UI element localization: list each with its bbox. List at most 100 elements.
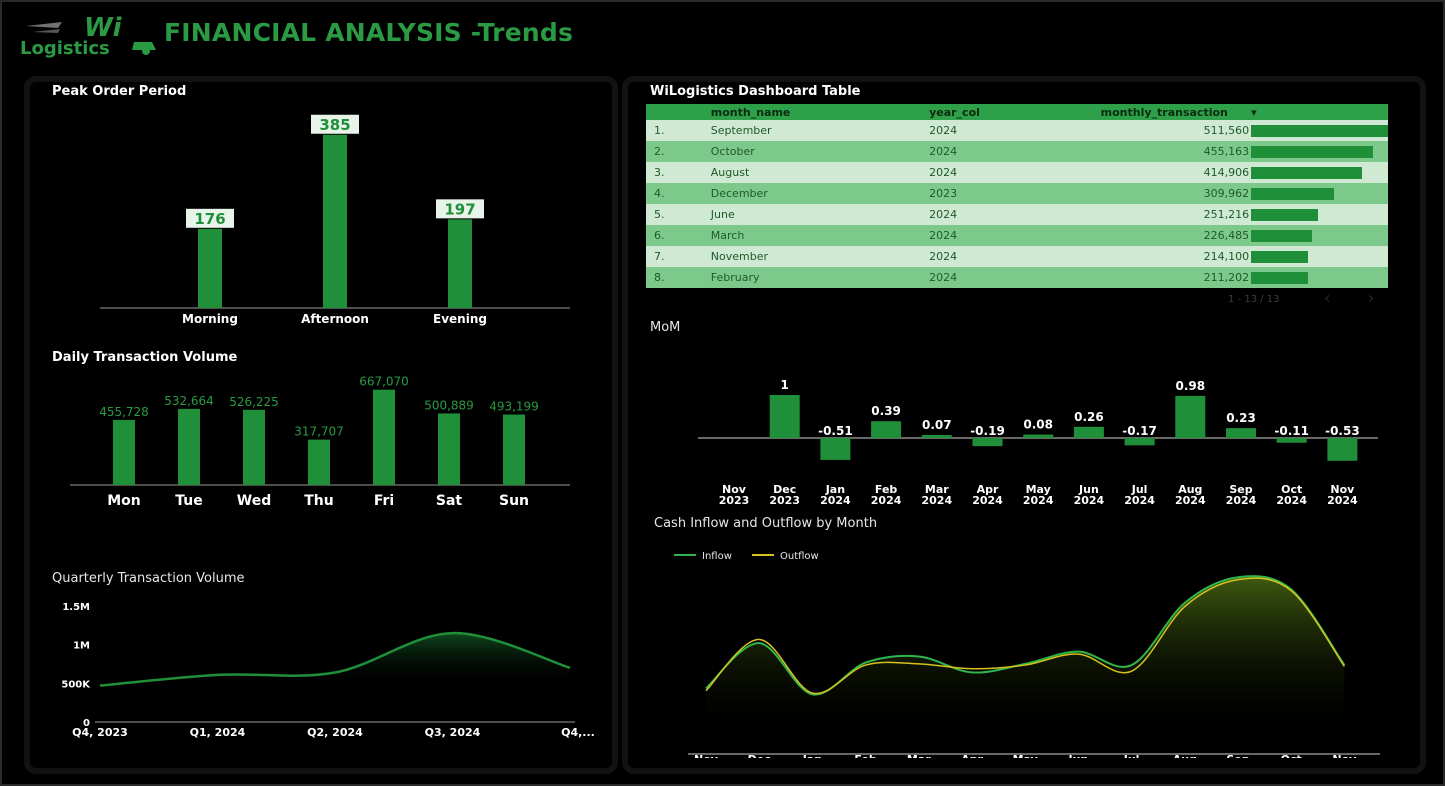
x-tick-month: Jul — [1123, 753, 1140, 758]
sort-desc-icon[interactable]: ▾ — [1249, 104, 1388, 120]
table-row[interactable]: 4. December 2023 309,962 — [646, 183, 1388, 204]
daily-volume-chart: 455,728 Mon 532,664 Tue 526,225 Wed 317,707 Thu… — [70, 375, 570, 509]
peak-order-title: Peak Order Period — [52, 84, 187, 99]
data-label: 317,707 — [294, 425, 344, 439]
x-tick-year: 2024 — [871, 494, 902, 507]
cell-year: 2024 — [929, 204, 1101, 225]
x-tick-label: Q3, 2024 — [425, 726, 481, 739]
table-row[interactable]: 6. March 2024 226,485 — [646, 225, 1388, 246]
value-bar — [1251, 187, 1335, 200]
x-tick-month: Oct — [1281, 753, 1302, 758]
bar-may-2024 — [1023, 434, 1054, 438]
bar-sat — [438, 413, 460, 485]
header-monthly-transaction[interactable]: monthly_transaction — [1100, 104, 1250, 120]
cell-year: 2023 — [929, 183, 1101, 204]
x-tick-label: Thu — [304, 493, 333, 509]
x-tick-label: Mon — [107, 493, 141, 509]
x-tick-year: 2024 — [1226, 494, 1257, 507]
bar-mon — [113, 419, 135, 485]
cell-value: 251,216 — [1100, 204, 1250, 225]
cell-value: 455,163 — [1100, 141, 1250, 162]
cell-year: 2024 — [929, 120, 1101, 141]
table-row[interactable]: 8. February 2024 211,202 — [646, 267, 1388, 288]
bar-jan-2024 — [820, 438, 851, 460]
data-label: 493,199 — [489, 400, 539, 414]
pagination-label: 1 - 13 / 13 — [1228, 294, 1280, 305]
value-bar — [1251, 124, 1388, 137]
peak-order-chart: 176 Morning 385 Afternoon 197 Evening — [100, 114, 570, 326]
dashboard-frame: Wi Logistics FINANCIAL ANALYSIS -Trends … — [2, 2, 1443, 784]
x-tick-year: 2024 — [1074, 494, 1105, 507]
x-tick-label: Q2, 2024 — [307, 726, 363, 739]
bar-nov-2024 — [1327, 438, 1358, 461]
data-label: 176 — [194, 210, 225, 228]
data-label: -0.51 — [818, 424, 853, 438]
cell-value: 211,202 — [1100, 267, 1250, 288]
x-tick-label: Morning — [182, 312, 238, 326]
cell-bar — [1249, 225, 1388, 246]
quarterly-volume-title: Quarterly Transaction Volume — [52, 571, 245, 586]
x-tick-year: 2024 — [1175, 494, 1206, 507]
cell-bar — [1249, 120, 1388, 141]
area-fill — [706, 576, 1345, 738]
table-row[interactable]: 1. September 2024 511,560 — [646, 120, 1388, 141]
dashboard-table: month_name year_col monthly_transaction … — [646, 104, 1388, 288]
data-label: 667,070 — [359, 375, 409, 389]
cell-value: 414,906 — [1100, 162, 1250, 183]
data-label: 0.23 — [1226, 411, 1256, 425]
table-row[interactable]: 2. October 2024 455,163 — [646, 141, 1388, 162]
x-tick-label: Afternoon — [301, 312, 369, 326]
cell-month: November — [710, 246, 930, 267]
data-label: 455,728 — [99, 405, 149, 419]
logo-text-bottom: Logistics — [20, 38, 110, 59]
data-label: -0.53 — [1325, 424, 1360, 438]
bar-oct-2024 — [1276, 438, 1307, 443]
dashboard-table-title: WiLogistics Dashboard Table — [650, 84, 861, 99]
daily-volume-title: Daily Transaction Volume — [52, 350, 238, 365]
cell-bar — [1249, 246, 1388, 267]
x-tick-month: Mar — [907, 753, 931, 758]
cashflow-title: Cash Inflow and Outflow by Month — [654, 516, 878, 531]
cell-month: February — [710, 267, 930, 288]
x-tick-month: Feb — [854, 753, 877, 758]
table-row[interactable]: 3. August 2024 414,906 — [646, 162, 1388, 183]
data-label: 1 — [781, 378, 789, 392]
x-tick-year: 2024 — [921, 494, 952, 507]
row-index: 3. — [646, 162, 711, 183]
cell-month: September — [710, 120, 930, 141]
row-index: 6. — [646, 225, 711, 246]
x-tick-year: 2024 — [1124, 494, 1155, 507]
x-tick-month: Nov — [694, 753, 719, 758]
cell-bar — [1249, 162, 1388, 183]
cell-month: August — [710, 162, 930, 183]
data-label: 0.98 — [1175, 379, 1205, 393]
x-tick-label: Evening — [433, 312, 487, 326]
cell-month: December — [710, 183, 930, 204]
x-tick-month: Aug — [1173, 753, 1197, 758]
cashflow-chart: InflowOutflowNov2023Dec2023Jan2024Feb202… — [674, 551, 1380, 758]
bar-wed — [243, 409, 265, 485]
chevron-left-icon[interactable]: ‹ — [1324, 288, 1330, 307]
table-row[interactable]: 7. November 2024 214,100 — [646, 246, 1388, 267]
table-row[interactable]: 5. June 2024 251,216 — [646, 204, 1388, 225]
header-year-col[interactable]: year_col — [929, 104, 1101, 120]
cell-month: October — [710, 141, 930, 162]
data-label: -0.17 — [1122, 424, 1157, 438]
x-tick-month: Apr — [961, 753, 983, 758]
data-label: 500,889 — [424, 398, 474, 412]
bar-jul-2024 — [1124, 438, 1155, 446]
row-index: 7. — [646, 246, 711, 267]
row-index: 1. — [646, 120, 711, 141]
x-tick-label: Q4,... — [561, 726, 595, 739]
y-tick-label: 1M — [73, 641, 90, 652]
bar-sun — [503, 414, 525, 485]
chevron-right-icon[interactable]: › — [1368, 288, 1374, 307]
cell-bar — [1249, 267, 1388, 288]
value-bar — [1251, 208, 1319, 221]
x-tick-year: 2023 — [719, 494, 750, 507]
row-index: 4. — [646, 183, 711, 204]
data-label: 532,664 — [164, 394, 214, 408]
header-month-name[interactable]: month_name — [710, 104, 930, 120]
y-tick-label: 500K — [61, 679, 91, 690]
bar-aug-2024 — [1175, 395, 1206, 438]
